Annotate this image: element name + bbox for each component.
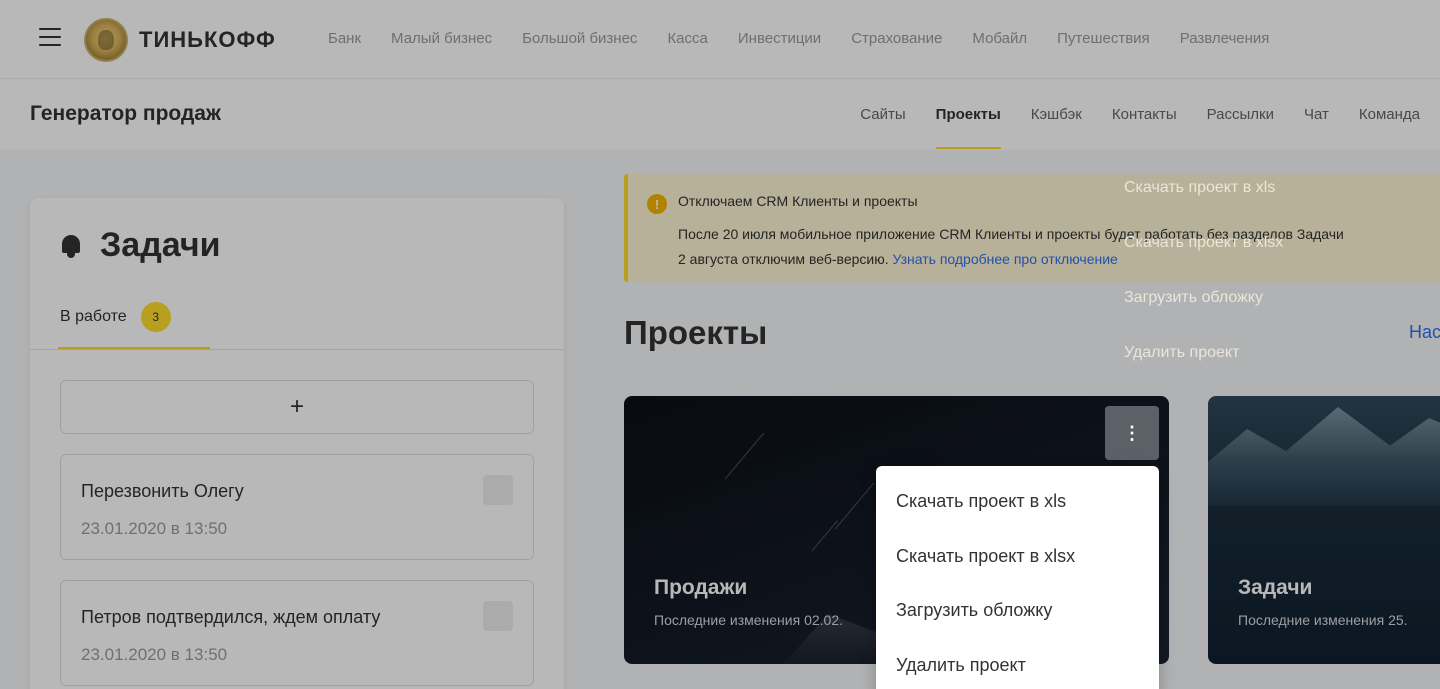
project-context-menu: Скачать проект в xls Скачать проект в xl… <box>876 466 1159 689</box>
ghost-menu-item: Скачать проект в xlsx <box>1124 234 1284 251</box>
menu-item-download-xlsx[interactable]: Скачать проект в xlsx <box>896 546 1075 567</box>
menu-item-download-xls[interactable]: Скачать проект в xls <box>896 491 1066 512</box>
ghost-menu-item: Загрузить обложку <box>1124 289 1263 306</box>
ghost-menu-item: Удалить проект <box>1124 344 1240 361</box>
menu-item-delete-project[interactable]: Удалить проект <box>896 655 1026 676</box>
menu-item-upload-cover[interactable]: Загрузить обложку <box>896 600 1052 621</box>
project-menu-button-active[interactable]: ⋮ <box>1105 406 1159 460</box>
ghost-menu-item: Скачать проект в xls <box>1124 179 1276 196</box>
ghost-menu: Скачать проект в xls Скачать проект в xl… <box>1124 175 1283 395</box>
